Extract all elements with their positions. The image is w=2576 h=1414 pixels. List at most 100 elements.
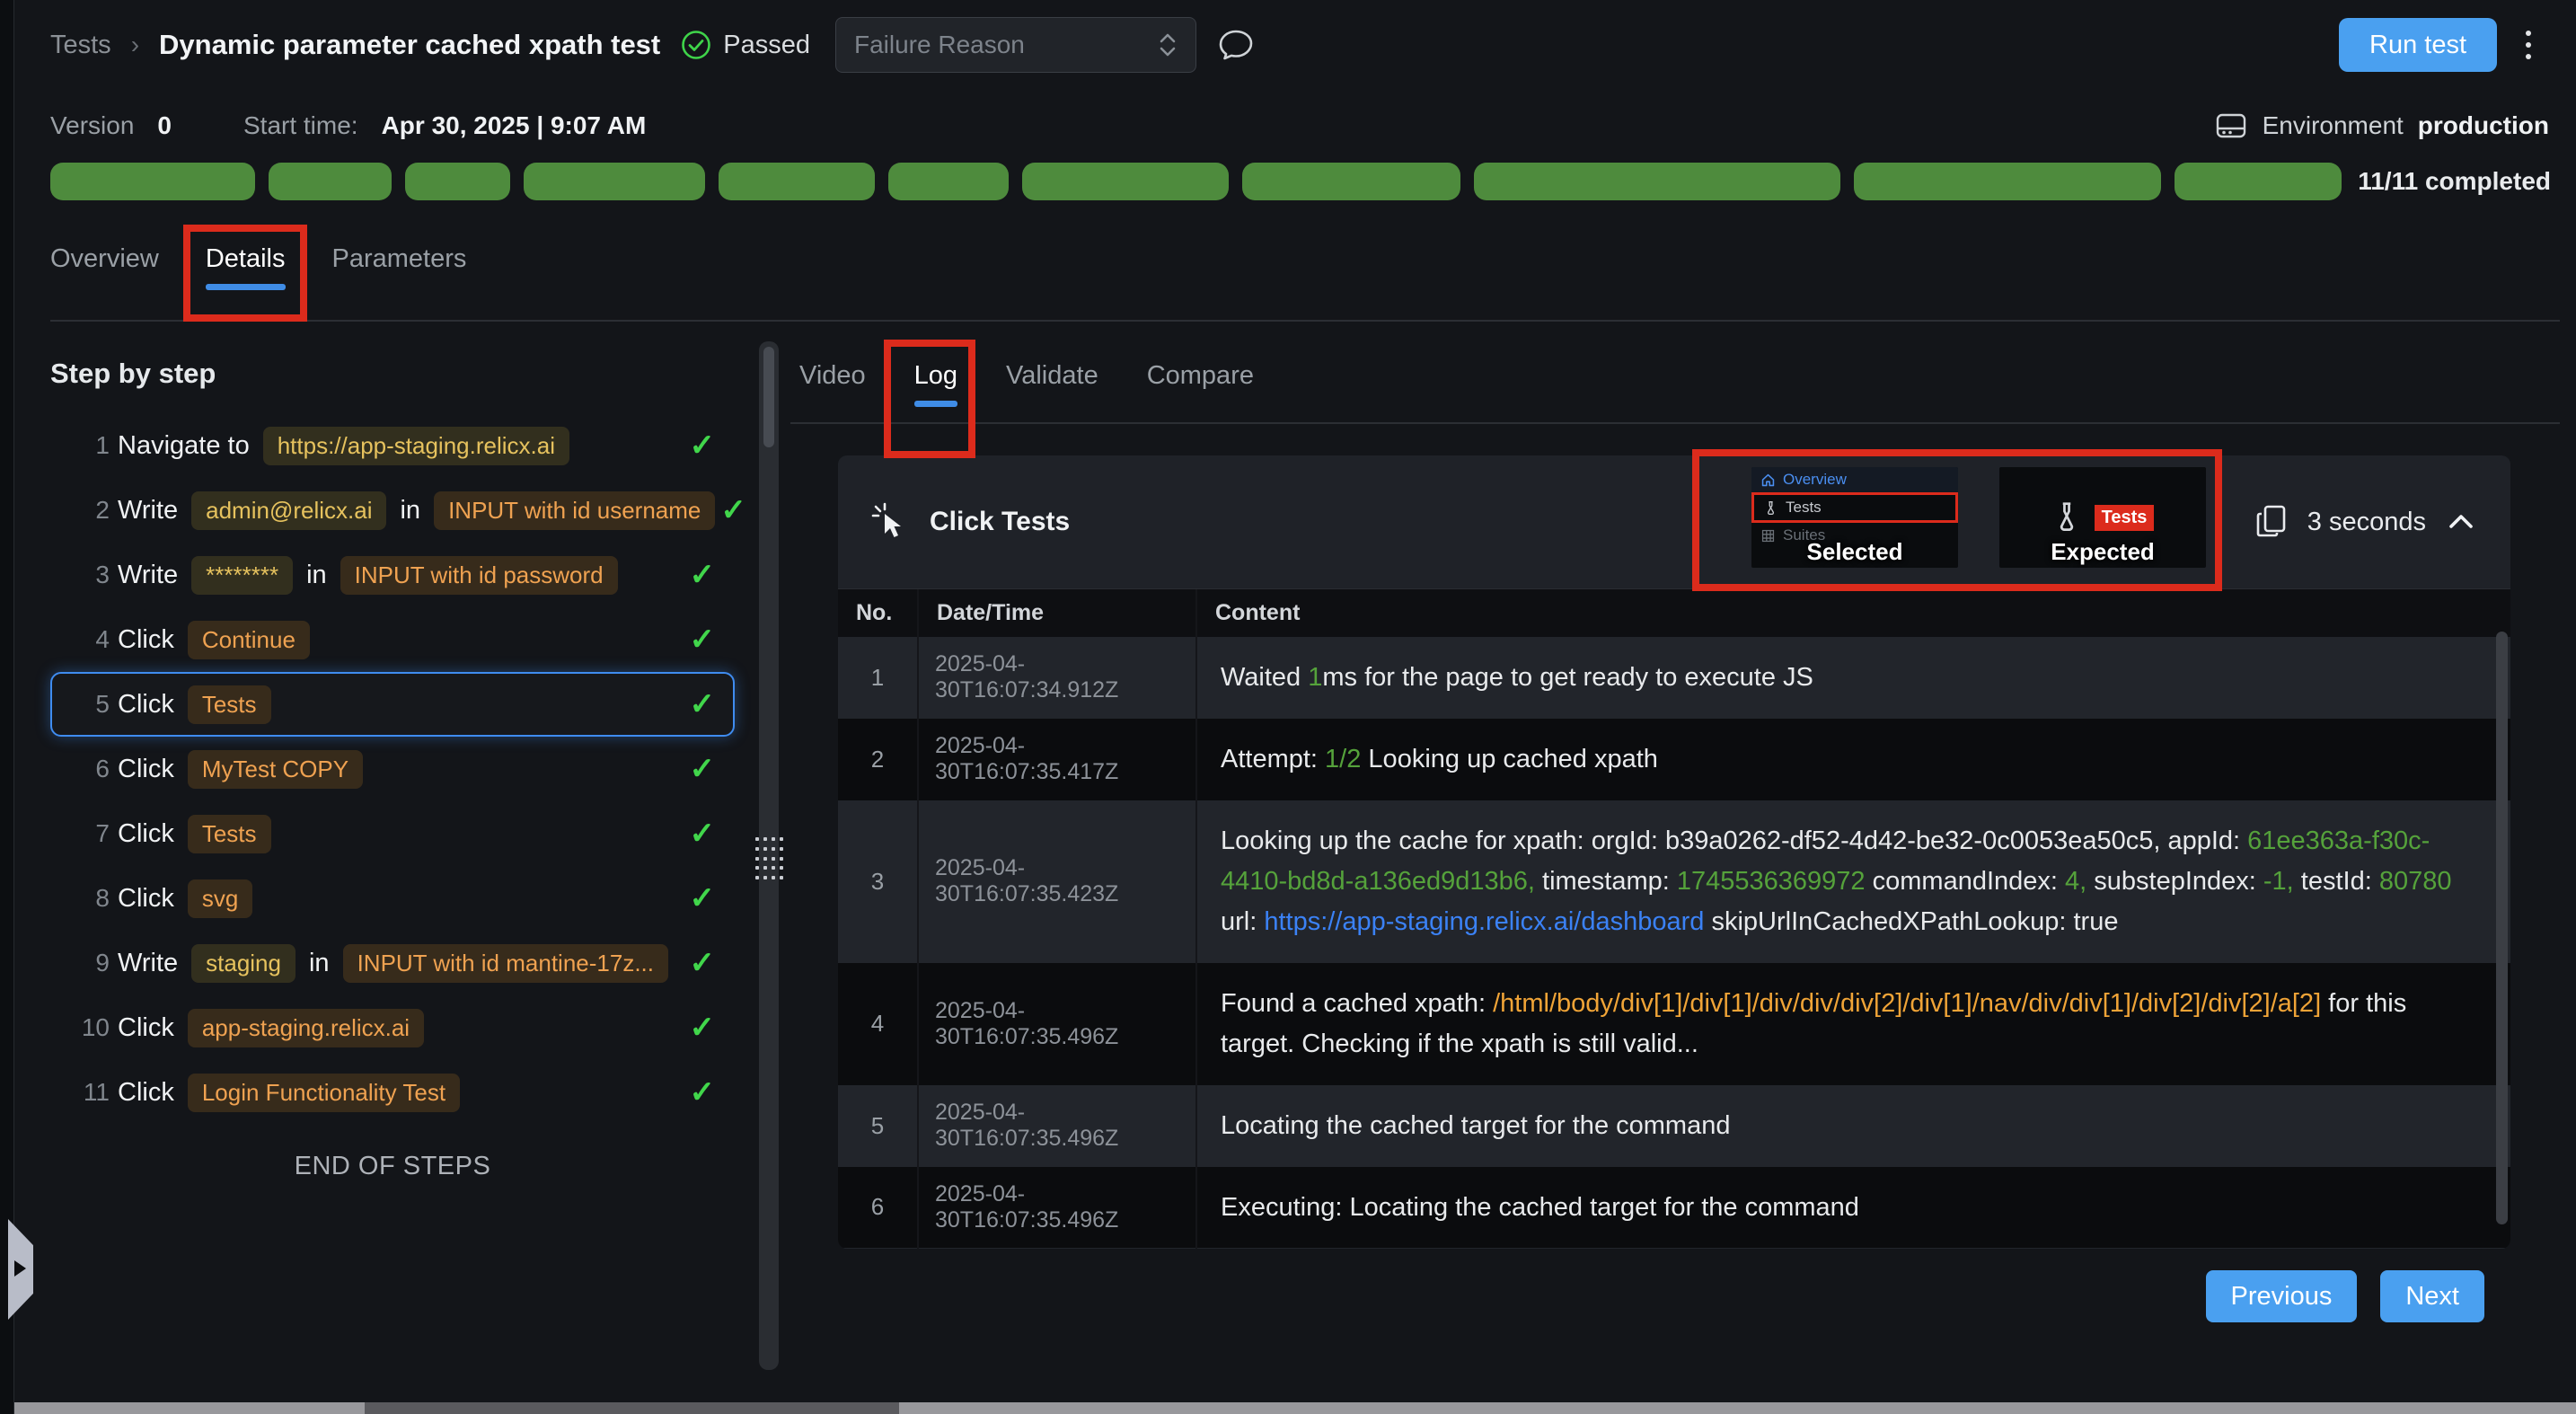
step-row[interactable]: 9WritestaginginINPUT with id mantine-17z…	[50, 931, 735, 995]
version-label: Version	[50, 111, 134, 140]
log-row: 72025-04-30T16:07:35.753ZFound the objec…	[838, 1248, 2510, 1249]
comment-bubble-icon	[1216, 25, 1256, 65]
collapse-chevron-up-icon[interactable]	[2444, 508, 2478, 535]
tab-video[interactable]: Video	[799, 361, 866, 414]
duration-label: 3 seconds	[2307, 508, 2426, 537]
step-row[interactable]: 6ClickMyTest COPY✓	[50, 737, 735, 801]
log-row-timestamp: 2025-04-30T16:07:35.496Z	[919, 1085, 1197, 1167]
step-row[interactable]: 4ClickContinue✓	[50, 607, 735, 672]
tab-details[interactable]: Details	[206, 244, 286, 297]
step-target-badge: INPUT with id mantine-17z...	[343, 944, 668, 983]
tab-overview[interactable]: Overview	[50, 244, 159, 297]
failure-reason-placeholder: Failure Reason	[854, 31, 1025, 59]
kebab-dot	[2526, 31, 2531, 36]
step-action-text: Click	[118, 690, 174, 720]
status-text: Passed	[723, 31, 810, 60]
step-row[interactable]: 8Clicksvg✓	[50, 866, 735, 931]
panel-resize-handle[interactable]	[755, 837, 784, 882]
step-target-badge: Tests	[188, 685, 271, 724]
col-header-datetime: Date/Time	[919, 589, 1197, 637]
step-action-text: in	[306, 561, 327, 590]
step-action-text: Write	[118, 561, 178, 590]
copy-icon[interactable]	[2254, 502, 2289, 542]
log-row-number: 7	[838, 1248, 919, 1249]
selected-screenshot-thumbnail[interactable]: Overview Tests Suites	[1751, 467, 1958, 568]
step-value-badge: ********	[191, 556, 293, 595]
step-action-text: Write	[118, 949, 178, 978]
log-table: No. Date/Time Content 12025-04-30T16:07:…	[838, 588, 2510, 1249]
step-number: 1	[70, 431, 110, 460]
step-row[interactable]: 7ClickTests✓	[50, 801, 735, 866]
active-tab-underline	[914, 401, 957, 407]
chevron-right-icon	[14, 1260, 26, 1277]
expected-screenshot-thumbnail[interactable]: Tests Expected	[1999, 467, 2206, 568]
log-text: Found a cached xpath:	[1221, 989, 1493, 1018]
log-text: Looking up cached xpath	[1361, 745, 1658, 773]
select-chevrons-icon	[1158, 31, 1178, 59]
log-card: Click Tests Overview Tests	[838, 455, 2510, 1249]
step-target-badge: MyTest COPY	[188, 750, 363, 789]
more-options-menu[interactable]	[2517, 25, 2540, 65]
log-value-green: 1	[1308, 663, 1322, 692]
comment-button[interactable]	[1216, 25, 1256, 65]
failure-reason-select[interactable]: Failure Reason	[835, 17, 1196, 73]
step-row[interactable]: 11ClickLogin Functionality Test✓	[50, 1060, 735, 1125]
log-link[interactable]: https://app-staging.relicx.ai/dashboard	[1264, 907, 1704, 936]
log-row-timestamp: 2025-04-30T16:07:35.423Z	[919, 800, 1197, 963]
step-target-badge: Tests	[188, 815, 271, 853]
progress-segment	[2175, 163, 2342, 200]
log-row-number: 5	[838, 1085, 919, 1167]
tab-compare[interactable]: Compare	[1147, 361, 1254, 414]
next-button[interactable]: Next	[2380, 1270, 2484, 1322]
step-check-icon: ✓	[720, 492, 746, 528]
steps-scrollbar-thumb[interactable]	[763, 347, 774, 447]
step-number: 10	[70, 1013, 110, 1042]
tab-validate[interactable]: Validate	[1006, 361, 1098, 414]
tab-parameters[interactable]: Parameters	[332, 244, 467, 297]
run-test-button[interactable]: Run test	[2339, 18, 2497, 72]
step-check-icon: ✓	[690, 816, 716, 852]
log-row-number: 6	[838, 1167, 919, 1249]
horizontal-scrollbar[interactable]	[14, 1402, 2576, 1414]
step-value-badge: https://app-staging.relicx.ai	[263, 427, 569, 465]
environment-label: Environment	[2263, 111, 2404, 140]
thumb-nav-tests: Tests	[1751, 492, 1958, 523]
log-row-timestamp: 2025-04-30T16:07:34.912Z	[919, 637, 1197, 719]
step-row[interactable]: 1Navigate tohttps://app-staging.relicx.a…	[50, 413, 735, 478]
step-check-icon: ✓	[690, 428, 716, 464]
progress-bar-row: 11/11 completed	[50, 163, 2551, 200]
end-of-steps-label: END OF STEPS	[50, 1152, 735, 1181]
log-row-content: Looking up the cache for xpath: orgId: b…	[1197, 800, 2510, 963]
step-check-icon: ✓	[690, 1074, 716, 1110]
step-row[interactable]: 5ClickTests✓	[50, 672, 735, 737]
log-value-green: -1,	[2263, 867, 2294, 896]
step-action-text: Click	[118, 884, 174, 914]
status-badge: Passed	[680, 29, 810, 61]
step-row[interactable]: 10Clickapp-staging.relicx.ai✓	[50, 995, 735, 1060]
sidebar-expand-handle[interactable]	[8, 1219, 33, 1320]
step-action-text: in	[309, 949, 330, 978]
log-xpath: /html/body/div[1]/div[1]/div/div/div[2]/…	[1493, 989, 2321, 1018]
step-row[interactable]: 3Write********inINPUT with id password✓	[50, 543, 735, 607]
flask-icon	[2051, 500, 2082, 535]
progress-segment	[1022, 163, 1228, 200]
step-action-text: Click	[118, 1078, 174, 1108]
log-table-scrollbar[interactable]	[2496, 632, 2508, 1224]
horizontal-scrollbar-thumb[interactable]	[365, 1402, 899, 1414]
click-cursor-icon	[870, 501, 910, 543]
step-row[interactable]: 2Writeadmin@relicx.aiinINPUT with id use…	[50, 478, 735, 543]
log-text: Waited	[1221, 663, 1308, 692]
screenshot-thumbnails: Overview Tests Suites	[1751, 467, 2206, 568]
log-text: Looking up the cache for xpath: orgId: b…	[1221, 826, 2247, 855]
step-check-icon: ✓	[690, 880, 716, 916]
breadcrumb-tests-link[interactable]: Tests	[50, 31, 111, 60]
previous-button[interactable]: Previous	[2206, 1270, 2358, 1322]
tab-log[interactable]: Log	[914, 361, 957, 414]
main-tabs: Overview Details Parameters	[50, 244, 466, 297]
log-row-number: 4	[838, 963, 919, 1085]
log-row-content: Executing: Locating the cached target fo…	[1197, 1167, 2510, 1249]
log-row-content: Found a cached xpath: /html/body/div[1]/…	[1197, 963, 2510, 1085]
environment-drive-icon	[2214, 110, 2248, 141]
step-check-icon: ✓	[690, 686, 716, 722]
page-title: Dynamic parameter cached xpath test	[159, 29, 660, 61]
